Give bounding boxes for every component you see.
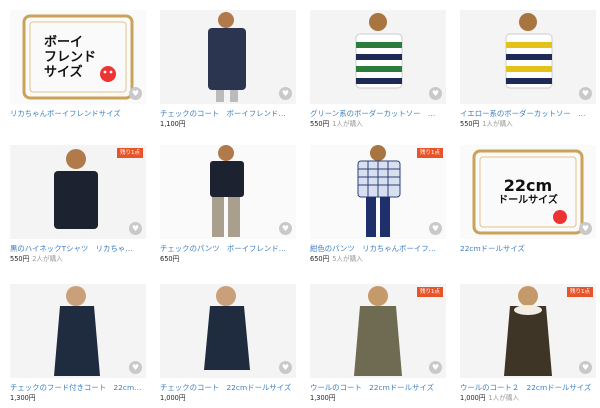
- stock-badge: 残り1点: [567, 287, 593, 297]
- product-title[interactable]: 22cmドールサイズ: [460, 244, 596, 254]
- price: 550円: [460, 120, 480, 128]
- frame-line: ドールサイズ: [498, 195, 558, 206]
- product-image[interactable]: ♥: [460, 10, 596, 104]
- product-title[interactable]: ウールのコート２ 22cmドールサイズ: [460, 383, 596, 393]
- price: 1,100円: [160, 120, 186, 128]
- product-image[interactable]: 残り1点 ♥: [310, 145, 446, 239]
- heart-icon[interactable]: ♥: [279, 222, 292, 235]
- product-image[interactable]: ♥: [160, 145, 296, 239]
- product-meta: 550円 1人が購入: [310, 119, 446, 129]
- product-meta: 1,000円: [160, 393, 296, 403]
- product-image[interactable]: ♥: [310, 10, 446, 104]
- doll-photo: [208, 12, 246, 102]
- product-grid: ボーイ フレンド サイズ ♥ リカちゃんボーイフレンドサイズ ♥ チェックのコー…: [0, 0, 600, 408]
- frame-line: フレンド: [44, 49, 97, 65]
- doll-photo: [505, 13, 553, 89]
- heart-icon[interactable]: ♥: [429, 222, 442, 235]
- buyer-count: 5人が購入: [332, 255, 363, 263]
- doll-photo: [357, 145, 401, 237]
- product-card[interactable]: 残り1点 ♥ ウールのコート２ 22cmドールサイズ 1,000円 1人が購入: [460, 284, 596, 403]
- product-meta: 550円 1人が購入: [460, 119, 596, 129]
- buyer-count: 1人が購入: [488, 394, 520, 402]
- stock-badge: 残り1点: [417, 148, 443, 158]
- product-title[interactable]: リカちゃんボーイフレンドサイズ: [10, 109, 146, 119]
- doll-photo: [204, 286, 250, 370]
- heart-icon[interactable]: ♥: [579, 361, 592, 374]
- product-card[interactable]: ♥ チェックのコート 22cmドールサイズ 1,000円: [160, 284, 296, 403]
- buyer-count: 2人が購入: [32, 255, 63, 263]
- product-card[interactable]: ♥ チェックのパンツ ボーイフレンド… 650円: [160, 145, 296, 264]
- frame-label: ボーイ フレンド サイズ: [10, 10, 146, 104]
- product-image[interactable]: 残り1点 ♥: [460, 284, 596, 378]
- doll-photo: [355, 13, 403, 89]
- heart-icon[interactable]: ♥: [279, 361, 292, 374]
- doll-photo: [54, 286, 100, 376]
- product-image[interactable]: 残り1点 ♥: [310, 284, 446, 378]
- stock-badge: 残り1点: [417, 287, 443, 297]
- product-meta: 1,100円: [160, 119, 296, 129]
- heart-icon[interactable]: ♥: [129, 361, 142, 374]
- product-title[interactable]: イエロー系のボーダーカットソー …: [460, 109, 596, 119]
- product-meta: 1,000円 1人が購入: [460, 393, 596, 403]
- product-card[interactable]: ♥ グリーン系のボーダーカットソー … 550円 1人が購入: [310, 10, 446, 129]
- stock-badge: 残り1点: [117, 148, 143, 158]
- price: 650円: [310, 255, 330, 263]
- product-meta: 1,300円: [10, 393, 146, 403]
- product-image[interactable]: ♥: [160, 10, 296, 104]
- price: 1,000円: [160, 394, 186, 402]
- frame-line: 22cm: [503, 176, 553, 195]
- product-card[interactable]: ♥ チェックのフード付きコート 22cm… 1,300円: [10, 284, 146, 403]
- price: 1,300円: [10, 394, 36, 402]
- buyer-count: 1人が購入: [482, 120, 513, 128]
- product-card[interactable]: ♥ イエロー系のボーダーカットソー … 550円 1人が購入: [460, 10, 596, 129]
- product-card[interactable]: ボーイ フレンド サイズ ♥ リカちゃんボーイフレンドサイズ: [10, 10, 146, 119]
- heart-icon[interactable]: ♥: [429, 87, 442, 100]
- product-title[interactable]: ウールのコート 22cmドールサイズ: [310, 383, 446, 393]
- product-title[interactable]: チェックのパンツ ボーイフレンド…: [160, 244, 296, 254]
- doll-photo: [54, 149, 98, 229]
- frame-label: 22cm ドールサイズ: [460, 145, 596, 239]
- product-meta: 550円 2人が購入: [10, 254, 146, 264]
- product-card[interactable]: 22cm ドールサイズ ♥ 22cmドールサイズ: [460, 145, 596, 254]
- heart-icon[interactable]: ♥: [129, 222, 142, 235]
- heart-icon[interactable]: ♥: [579, 87, 592, 100]
- doll-photo: [210, 145, 244, 237]
- product-title[interactable]: グリーン系のボーダーカットソー …: [310, 109, 446, 119]
- heart-icon[interactable]: ♥: [129, 87, 142, 100]
- product-card[interactable]: ♥ チェックのコート ボーイフレンド… 1,100円: [160, 10, 296, 129]
- heart-icon[interactable]: ♥: [579, 222, 592, 235]
- product-title[interactable]: チェックのコート ボーイフレンド…: [160, 109, 296, 119]
- product-image[interactable]: ♥: [160, 284, 296, 378]
- product-title[interactable]: チェックのコート 22cmドールサイズ: [160, 383, 296, 393]
- frame-line: ボーイ: [44, 34, 84, 50]
- product-card[interactable]: 残り1点 ♥ 紺色のパンツ リカちゃんボーイフ… 650円 5人が購入: [310, 145, 446, 264]
- heart-icon[interactable]: ♥: [429, 361, 442, 374]
- buyer-count: 1人が購入: [332, 120, 363, 128]
- product-title[interactable]: 紺色のパンツ リカちゃんボーイフ…: [310, 244, 446, 254]
- price: 1,300円: [310, 394, 336, 402]
- frame-line: サイズ: [44, 64, 83, 80]
- product-card[interactable]: 残り1点 ♥ ウールのコート 22cmドールサイズ 1,300円: [310, 284, 446, 403]
- product-image[interactable]: ボーイ フレンド サイズ ♥: [10, 10, 146, 104]
- product-image[interactable]: 残り1点 ♥: [10, 145, 146, 239]
- product-meta: 650円 5人が購入: [310, 254, 446, 264]
- heart-icon[interactable]: ♥: [279, 87, 292, 100]
- product-image[interactable]: 22cm ドールサイズ ♥: [460, 145, 596, 239]
- doll-photo: [354, 286, 402, 376]
- product-meta: 1,300円: [310, 393, 446, 403]
- product-meta: 650円: [160, 254, 296, 264]
- price: 550円: [310, 120, 330, 128]
- product-title[interactable]: チェックのフード付きコート 22cm…: [10, 383, 146, 393]
- price: 1,000円: [460, 394, 486, 402]
- product-image[interactable]: ♥: [10, 284, 146, 378]
- product-title[interactable]: 黒のハイネックTシャツ リカちゃ…: [10, 244, 146, 254]
- price: 650円: [160, 255, 180, 263]
- product-card[interactable]: 残り1点 ♥ 黒のハイネックTシャツ リカちゃ… 550円 2人が購入: [10, 145, 146, 264]
- price: 550円: [10, 255, 30, 263]
- doll-photo: [504, 286, 552, 376]
